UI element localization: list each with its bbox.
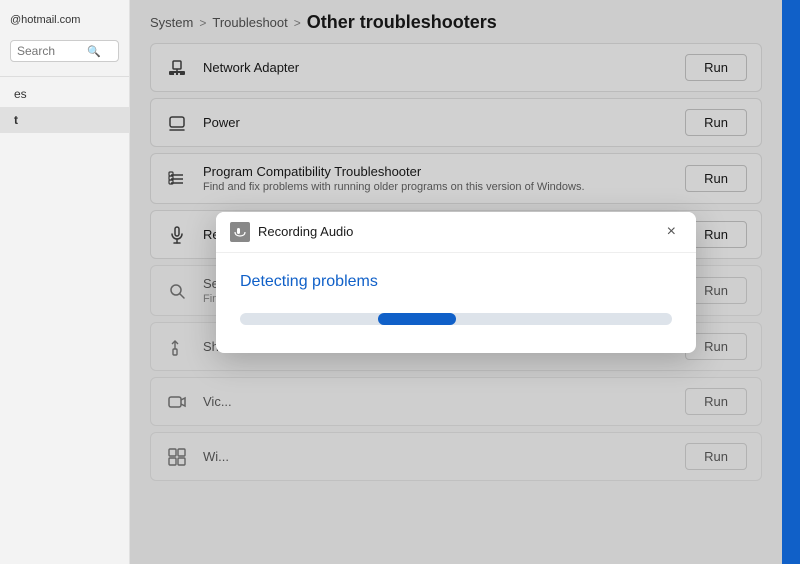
- sidebar-item-t[interactable]: t: [0, 107, 129, 133]
- right-accent-bar: [782, 0, 800, 564]
- modal-detecting-text: Detecting problems: [240, 273, 672, 291]
- modal-titlebar: Recording Audio ×: [216, 212, 696, 253]
- sidebar: @hotmail.com 🔍 es t: [0, 0, 130, 564]
- main-content: System > Troubleshoot > Other troublesho…: [130, 0, 782, 564]
- progress-bar-background: [240, 313, 672, 325]
- modal-app-icon: [230, 222, 250, 242]
- progress-bar-fill: [378, 313, 456, 325]
- search-icon: 🔍: [87, 45, 101, 58]
- modal-title-text: Recording Audio: [258, 224, 353, 239]
- modal-overlay: Recording Audio × Detecting problems: [130, 0, 782, 564]
- sidebar-divider: [0, 76, 129, 77]
- modal-body: Detecting problems: [216, 253, 696, 353]
- sidebar-item-es[interactable]: es: [0, 81, 129, 107]
- recording-audio-modal: Recording Audio × Detecting problems: [216, 212, 696, 353]
- sidebar-email: @hotmail.com: [0, 10, 129, 36]
- modal-title-row: Recording Audio: [230, 222, 353, 242]
- search-input[interactable]: [17, 44, 87, 58]
- modal-close-button[interactable]: ×: [661, 222, 682, 242]
- sidebar-search-box[interactable]: 🔍: [10, 40, 119, 62]
